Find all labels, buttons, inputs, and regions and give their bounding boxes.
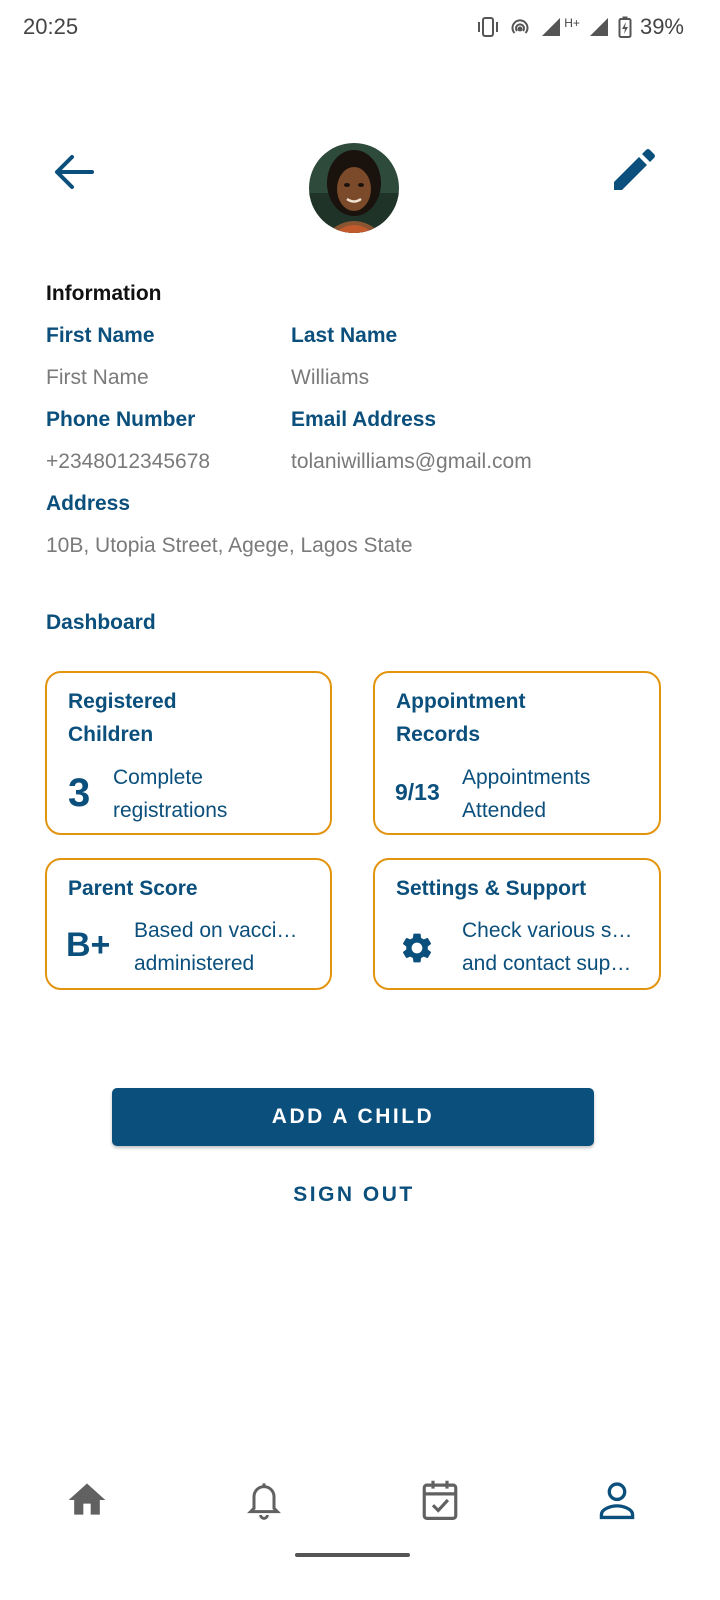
profile-photo bbox=[309, 143, 399, 233]
last-name-label: Last Name bbox=[291, 324, 398, 347]
edit-profile-button[interactable] bbox=[608, 148, 656, 196]
signal-icon-2 bbox=[588, 16, 610, 38]
card-desc-line: registrations bbox=[113, 799, 228, 822]
card-title-line: Settings & Support bbox=[396, 877, 587, 900]
battery-charging-icon bbox=[618, 16, 632, 38]
address-value: 10B, Utopia Street, Agege, Lagos State bbox=[46, 534, 413, 557]
vibrate-icon bbox=[476, 16, 500, 38]
bottom-nav bbox=[0, 1460, 720, 1540]
status-bar: 20:25 H+ 39% bbox=[0, 0, 720, 52]
battery-percent: 39% bbox=[639, 14, 684, 39]
add-child-button[interactable]: ADD A CHILD bbox=[112, 1088, 594, 1146]
parent-score-card[interactable]: Parent Score B+ Based on vaccines admini… bbox=[45, 858, 332, 990]
status-icons: H+ 39% bbox=[476, 14, 684, 40]
registered-children-card[interactable]: Registered Children 3 Complete registrat… bbox=[45, 671, 332, 835]
address-label: Address bbox=[46, 492, 131, 515]
person-icon bbox=[599, 1482, 635, 1520]
back-button[interactable] bbox=[50, 150, 98, 194]
card-title-line: Parent Score bbox=[68, 877, 198, 900]
sign-out-button[interactable]: SIGN OUT bbox=[254, 1176, 454, 1214]
last-name-value: Williams bbox=[291, 366, 370, 389]
parent-score-grade: B+ bbox=[66, 926, 111, 964]
nav-notifications[interactable] bbox=[240, 1476, 288, 1524]
card-title: Registered Children bbox=[68, 685, 177, 751]
card-desc-line: Complete bbox=[113, 766, 203, 789]
dashboard-heading: Dashboard bbox=[46, 611, 156, 634]
card-desc-line: Based on vaccines bbox=[134, 919, 309, 942]
card-title: Appointment Records bbox=[396, 685, 525, 751]
card-desc-line: Appointments bbox=[462, 766, 591, 789]
pencil-icon bbox=[614, 149, 655, 190]
first-name-value: First Name bbox=[46, 366, 149, 389]
settings-support-card[interactable]: Settings & Support Check various setting… bbox=[373, 858, 661, 990]
card-title-line: Records bbox=[396, 723, 481, 746]
appointments-ratio: 9/13 bbox=[395, 779, 440, 805]
bell-icon bbox=[247, 1483, 281, 1520]
card-title-line: Children bbox=[68, 723, 154, 746]
email-value: tolaniwilliams@gmail.com bbox=[291, 450, 532, 473]
gear-icon bbox=[399, 930, 435, 971]
network-type: H+ bbox=[564, 16, 580, 30]
card-title-line: Appointment bbox=[396, 690, 526, 713]
appointment-records-card[interactable]: Appointment Records 9/13 Appointments At… bbox=[373, 671, 661, 835]
first-name-label: First Name bbox=[46, 324, 155, 347]
card-desc-line: and contact support bbox=[462, 952, 642, 975]
nav-home[interactable] bbox=[63, 1476, 111, 1524]
information-heading: Information bbox=[46, 282, 162, 305]
home-icon bbox=[68, 1483, 106, 1515]
card-title: Settings & Support bbox=[396, 872, 586, 905]
email-label: Email Address bbox=[291, 408, 437, 431]
nav-appointments[interactable] bbox=[416, 1476, 464, 1524]
card-desc-line: Check various settings bbox=[462, 919, 642, 942]
arrow-left-icon bbox=[55, 155, 94, 189]
card-desc-line: Attended bbox=[462, 799, 547, 822]
status-time: 20:25 bbox=[23, 14, 79, 39]
avatar[interactable] bbox=[309, 143, 399, 233]
calendar-check-icon bbox=[422, 1480, 458, 1520]
registered-children-count: 3 bbox=[68, 771, 91, 815]
card-title-line: Registered bbox=[68, 690, 177, 713]
card-title: Parent Score bbox=[68, 872, 198, 905]
hotspot-icon bbox=[508, 16, 532, 38]
card-desc-line: administered bbox=[134, 952, 255, 975]
phone-value: +2348012345678 bbox=[46, 450, 211, 473]
phone-label: Phone Number bbox=[46, 408, 196, 431]
home-indicator bbox=[295, 1553, 410, 1557]
signal-icon bbox=[540, 16, 562, 38]
nav-profile[interactable] bbox=[593, 1476, 641, 1524]
